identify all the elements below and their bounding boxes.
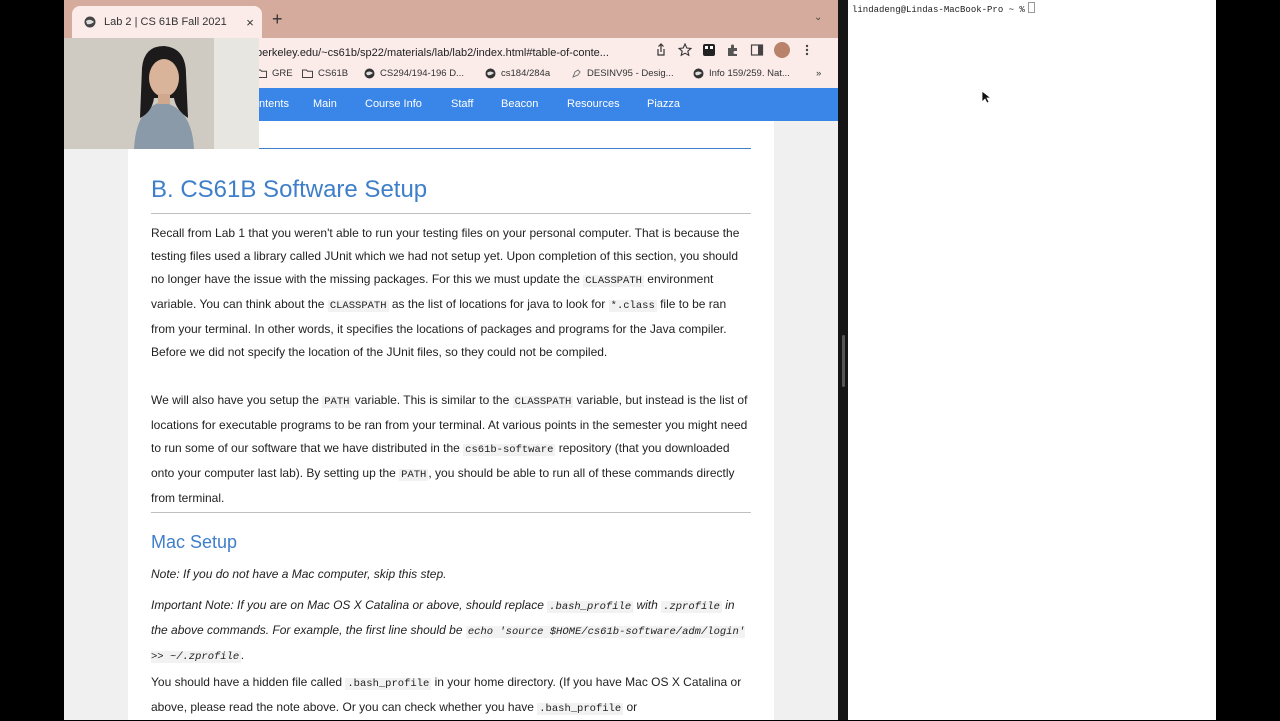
globe-icon [364,68,375,79]
webcam-overlay [64,38,259,149]
bookmark-info159[interactable]: Info 159/259. Nat... [693,68,790,79]
mouse-pointer-icon [981,90,991,104]
bookmark-cs184[interactable]: cs184/284a [485,68,550,79]
puzzle-icon[interactable] [726,43,740,57]
tab-search-button[interactable]: ⌄ [814,12,822,23]
bookmark-cs294[interactable]: CS294/194-196 D... [364,68,464,79]
scrollbar-thumb[interactable] [842,335,845,387]
nav-piazza[interactable]: Piazza [647,98,680,110]
nav-staff[interactable]: Staff [451,98,473,110]
tab-close-button[interactable]: × [242,15,258,30]
address-bar[interactable]: berkeley.edu/~cs61b/sp22/materials/lab/l… [256,47,644,59]
pen-tool-icon [572,69,581,78]
bookmark-desinv95[interactable]: DESINV95 - Desig... [571,68,674,79]
profile-avatar[interactable] [774,42,790,58]
sidebar-icon[interactable] [750,43,764,57]
more-menu-icon[interactable] [800,43,814,57]
globe-icon [84,16,96,28]
share-icon[interactable] [654,43,668,57]
toolbar-icons [654,42,814,58]
section-divider [151,512,751,513]
folder-icon [302,69,313,78]
nav-main[interactable]: Main [313,98,337,110]
nav-course-info[interactable]: Course Info [365,98,422,110]
note-text: Note: If you do not have a Mac computer,… [151,567,447,581]
nav-contents[interactable]: ntents [259,98,289,110]
paragraph-classpath: Recall from Lab 1 that you weren't able … [151,226,740,359]
globe-icon [485,68,496,79]
bookmark-gre[interactable]: GRE [256,68,293,79]
browser-tab[interactable]: Lab 2 | CS 61B Fall 2021 × [72,6,262,38]
star-icon[interactable] [678,43,692,57]
terminal-cursor [1027,2,1035,13]
important-note: Important Note: If you are on Mac OS X C… [151,598,746,663]
nav-resources[interactable]: Resources [567,98,620,110]
bookmark-cs61b[interactable]: CS61B [302,68,348,79]
nav-beacon[interactable]: Beacon [501,98,538,110]
paragraph-path: We will also have you setup the PATH var… [151,393,748,505]
extension-app-icon[interactable] [702,43,716,57]
new-tab-button[interactable]: + [272,9,283,30]
heading-underline [151,213,751,214]
presenter-video [64,38,259,149]
section-heading: B. CS61B Software Setup [151,176,428,203]
bookmarks-overflow-button[interactable]: » [816,68,821,79]
mac-setup-heading: Mac Setup [151,532,238,552]
paragraph-bash-profile: You should have a hidden file called .ba… [151,675,742,715]
tab-title: Lab 2 | CS 61B Fall 2021 [104,16,227,28]
globe-icon [693,68,704,79]
terminal-window[interactable] [848,0,1216,720]
terminal-prompt: lindadeng@Lindas-MacBook-Pro ~ % [852,2,1035,15]
